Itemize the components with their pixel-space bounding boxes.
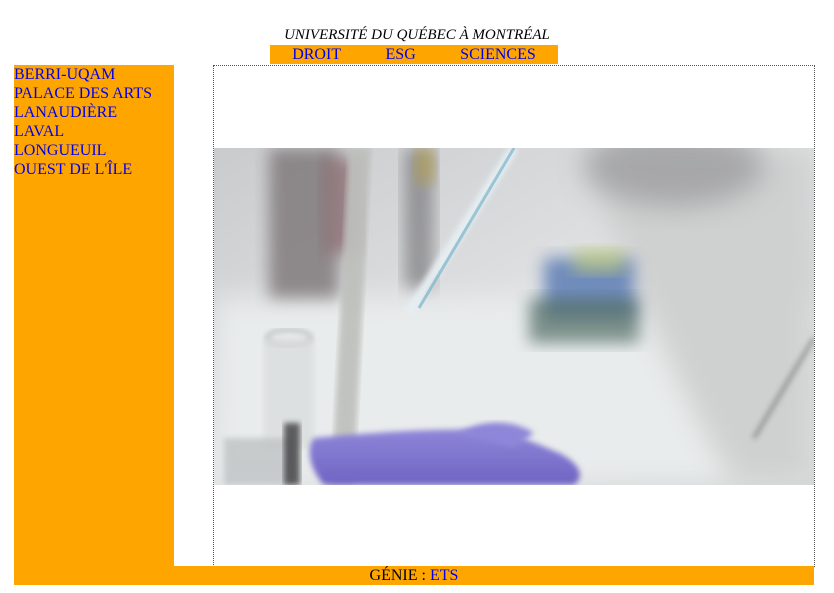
nav-link-esg[interactable]: ESG [386, 45, 416, 64]
footer-link-ets[interactable]: ETS [430, 567, 458, 584]
footer-label: GÉNIE : [369, 567, 426, 584]
lab-photo [214, 148, 814, 485]
sidebar-link-berri-uqam[interactable]: BERRI-UQAM [14, 65, 174, 84]
main-content [213, 65, 815, 567]
sidebar-link-lanaudiere[interactable]: LANAUDIÈRE [14, 103, 174, 122]
nav-link-sciences[interactable]: SCIENCES [460, 45, 536, 64]
lab-photo-image [214, 148, 814, 485]
sidebar-link-ouest-de-l-ile[interactable]: OUEST DE L'ÎLE [14, 160, 174, 179]
sidebar-link-longueuil[interactable]: LONGUEUIL [14, 141, 174, 160]
footer-bar: GÉNIE : ETS [14, 566, 814, 585]
sidebar: BERRI-UQAM PALACE DES ARTS LANAUDIÈRE LA… [14, 65, 174, 566]
sidebar-link-laval[interactable]: LAVAL [14, 122, 174, 141]
page-title: UNIVERSITÉ DU QUÉBEC À MONTRÉAL [284, 27, 550, 43]
sidebar-link-palace-des-arts[interactable]: PALACE DES ARTS [14, 84, 174, 103]
sidebar-spacer [174, 65, 213, 566]
nav-link-droit[interactable]: DROIT [292, 45, 341, 64]
top-nav: DROIT ESG SCIENCES [270, 45, 558, 64]
